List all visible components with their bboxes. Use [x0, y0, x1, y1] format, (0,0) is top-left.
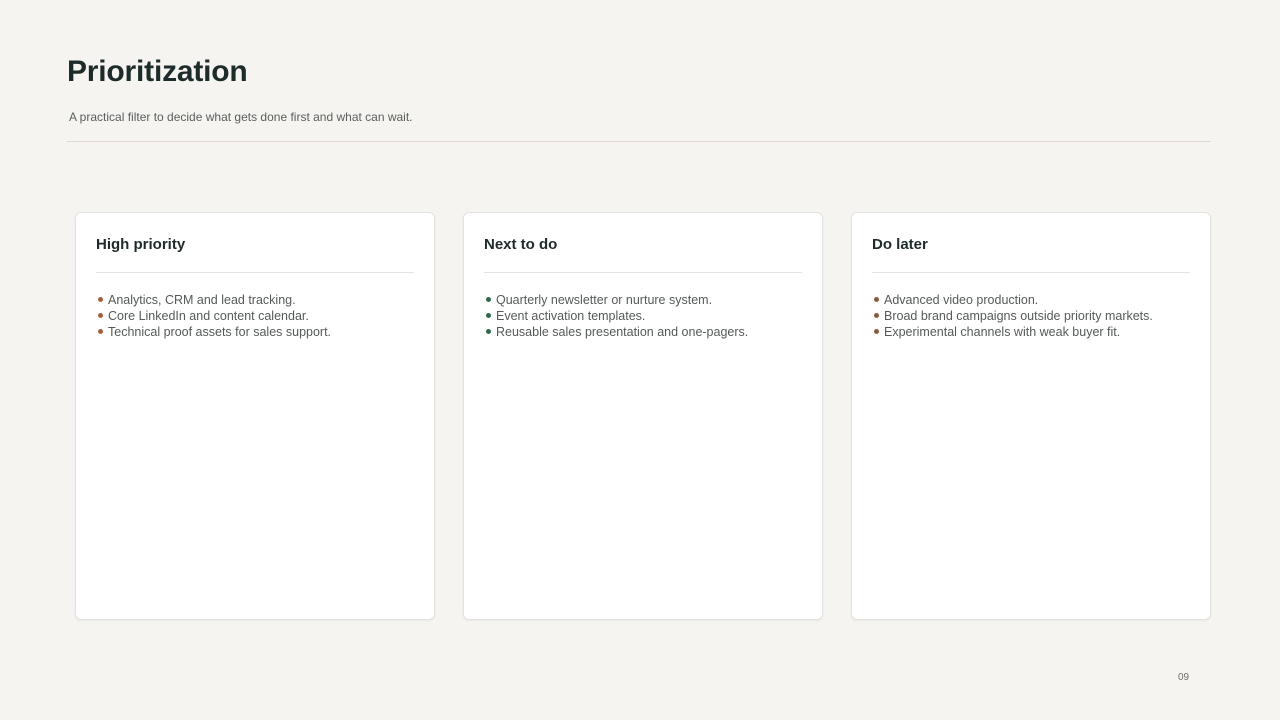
card-title: Do later	[872, 236, 928, 253]
slide-title: Prioritization	[67, 55, 248, 88]
list-item: Core LinkedIn and content calendar.	[98, 308, 424, 324]
page-number: 09	[1178, 672, 1190, 683]
bullet-dot-icon	[874, 297, 879, 302]
bullet-dot-icon	[98, 297, 103, 302]
bullet-dot-icon	[486, 329, 491, 334]
bullet-dot-icon	[874, 329, 879, 334]
list-item: Experimental channels with weak buyer fi…	[874, 324, 1200, 340]
card-title: Next to do	[484, 236, 558, 253]
card-divider	[872, 272, 1190, 273]
list-item: Advanced video production.	[874, 292, 1200, 308]
list-item: Broad brand campaigns outside priority m…	[874, 308, 1200, 324]
bullet-dot-icon	[874, 313, 879, 318]
list-item-text: Advanced video production.	[884, 293, 1039, 307]
list-item-text: Event activation templates.	[496, 309, 646, 323]
card-do-later: Do later Advanced video production. Broa…	[851, 212, 1211, 620]
bullet-dot-icon	[98, 329, 103, 334]
list-item-text: Technical proof assets for sales support…	[108, 325, 332, 339]
card-list: Analytics, CRM and lead tracking. Core L…	[98, 292, 424, 340]
card-next-to-do: Next to do Quarterly newsletter or nurtu…	[463, 212, 823, 620]
slide-subtitle: A practical filter to decide what gets d…	[69, 110, 413, 124]
card-list: Advanced video production. Broad brand c…	[874, 292, 1200, 340]
card-list: Quarterly newsletter or nurture system. …	[486, 292, 812, 340]
list-item: Technical proof assets for sales support…	[98, 324, 424, 340]
list-item-text: Quarterly newsletter or nurture system.	[496, 293, 713, 307]
list-item: Quarterly newsletter or nurture system.	[486, 292, 812, 308]
list-item: Event activation templates.	[486, 308, 812, 324]
bullet-dot-icon	[486, 313, 491, 318]
card-divider	[96, 272, 414, 273]
header-divider	[67, 141, 1211, 142]
list-item-text: Broad brand campaigns outside priority m…	[884, 309, 1153, 323]
list-item-text: Analytics, CRM and lead tracking.	[108, 293, 296, 307]
list-item-text: Experimental channels with weak buyer fi…	[884, 325, 1121, 339]
list-item-text: Core LinkedIn and content calendar.	[108, 309, 309, 323]
card-divider	[484, 272, 802, 273]
card-high-priority: High priority Analytics, CRM and lead tr…	[75, 212, 435, 620]
bullet-dot-icon	[486, 297, 491, 302]
list-item: Analytics, CRM and lead tracking.	[98, 292, 424, 308]
bullet-dot-icon	[98, 313, 103, 318]
list-item-text: Reusable sales presentation and one-page…	[496, 325, 749, 339]
card-title: High priority	[96, 236, 186, 253]
list-item: Reusable sales presentation and one-page…	[486, 324, 812, 340]
